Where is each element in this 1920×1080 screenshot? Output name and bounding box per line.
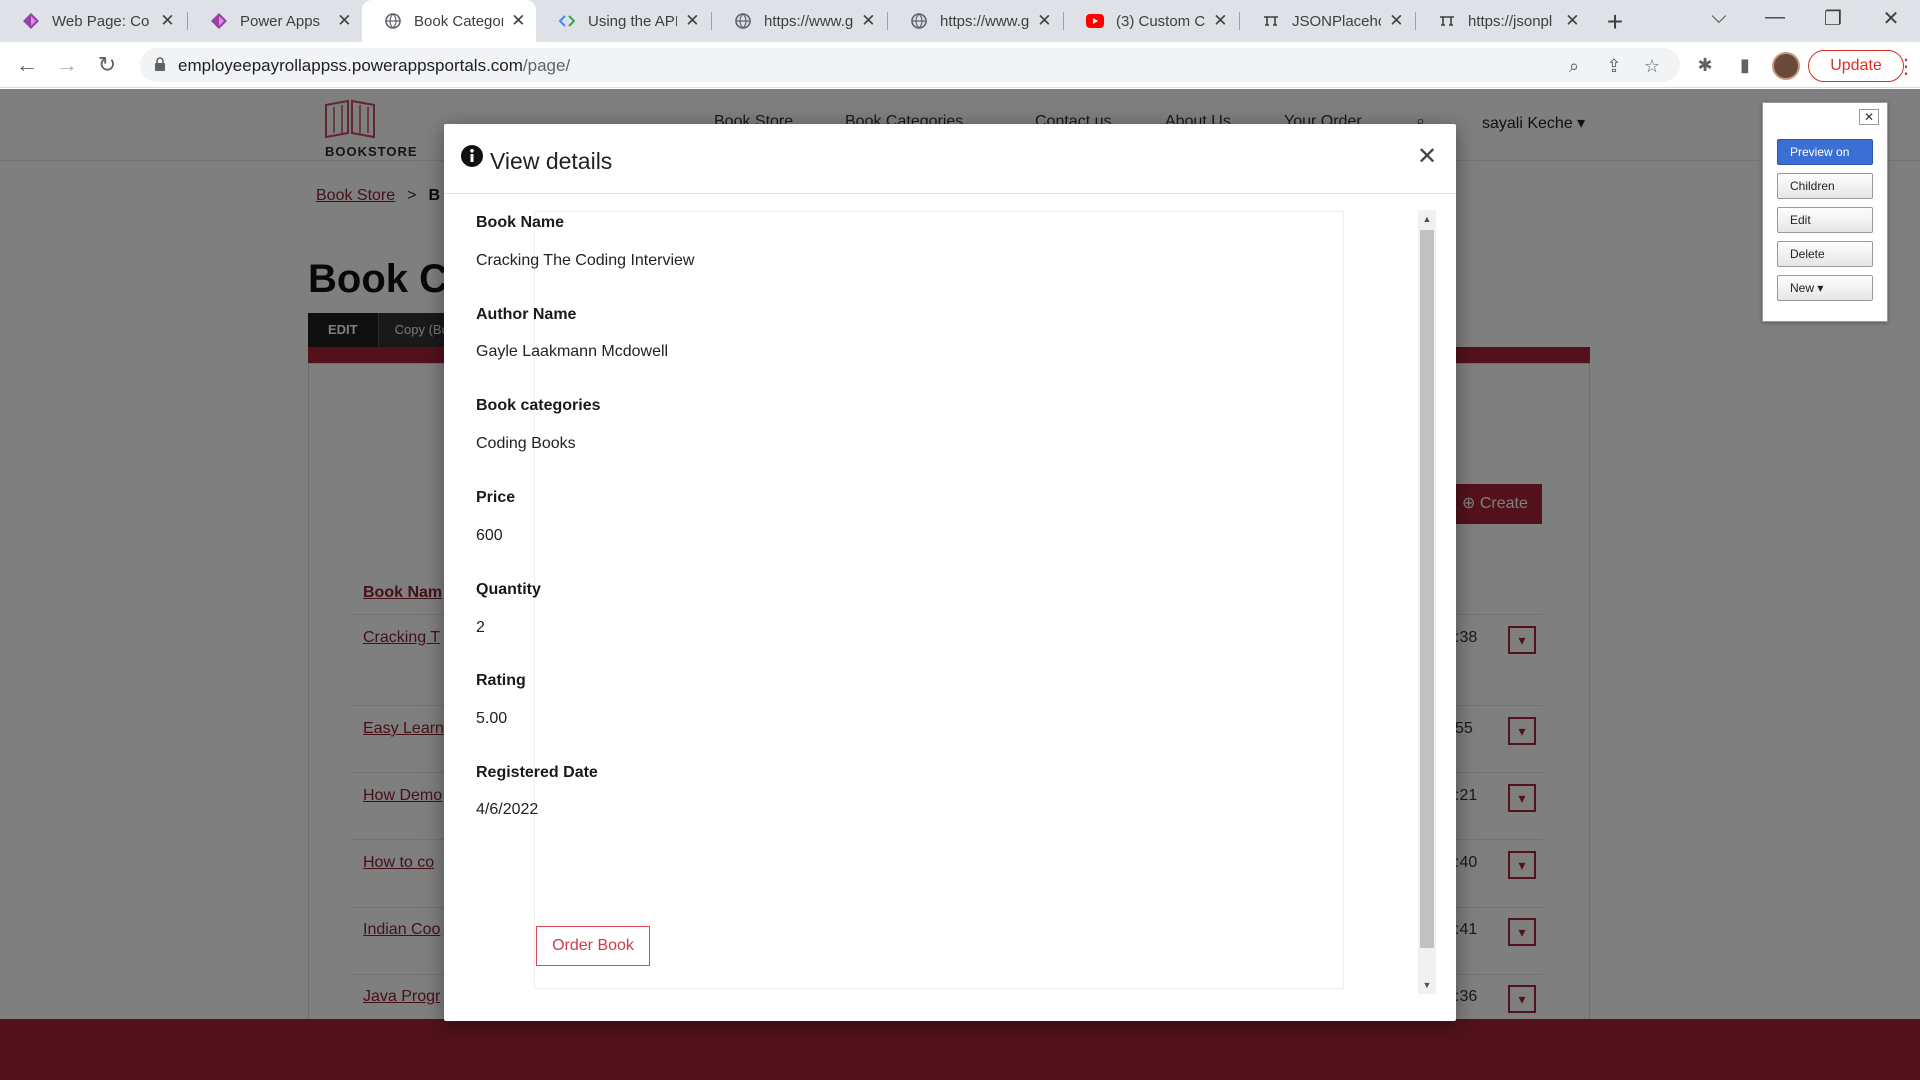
browser-tab[interactable]: Web Page: Co ✕: [0, 0, 186, 42]
field-value-book-categories: Coding Books: [476, 435, 576, 452]
field-value-registered-date: 4/6/2022: [476, 801, 539, 818]
scroll-down-arrow-icon[interactable]: ▼: [1418, 976, 1436, 994]
new-dropdown-button[interactable]: New ▾: [1777, 275, 1873, 301]
browser-menu-icon[interactable]: ⋮: [1896, 54, 1916, 79]
globe-icon: [384, 12, 402, 30]
update-button[interactable]: Update: [1808, 50, 1904, 82]
scrollbar-thumb[interactable]: [1420, 230, 1434, 948]
side-panel-icon[interactable]: ▮: [1734, 54, 1756, 76]
profile-avatar[interactable]: [1772, 52, 1800, 80]
close-tab-icon[interactable]: ✕: [861, 11, 876, 31]
json-placeholder-icon: [1262, 12, 1280, 30]
info-circle-icon: [461, 145, 483, 167]
address-url: employeepayrollappss.powerappsportals.co…: [178, 56, 571, 75]
field-value-quantity: 2: [476, 619, 485, 636]
minimize-window-icon[interactable]: —: [1760, 6, 1790, 29]
back-arrow-icon[interactable]: ←: [12, 50, 42, 80]
children-button[interactable]: Children: [1777, 173, 1873, 199]
forward-arrow-icon[interactable]: →: [52, 50, 82, 80]
browser-tab[interactable]: https://www.g ✕: [712, 0, 886, 42]
modal-header: View details ✕: [444, 124, 1456, 194]
close-modal-icon[interactable]: ✕: [1414, 142, 1440, 171]
field-label-book-name: Book Name: [476, 214, 565, 231]
new-tab-plus-icon[interactable]: +: [1600, 6, 1630, 38]
edit-page-button[interactable]: Edit: [1777, 207, 1873, 233]
order-book-button[interactable]: Order Book: [536, 926, 650, 966]
browser-tab[interactable]: (3) Custom Co ✕: [1064, 0, 1238, 42]
field-value-rating: 5.00: [476, 710, 508, 727]
modal-scrollbar[interactable]: ▲ ▼: [1418, 210, 1436, 994]
delete-page-button[interactable]: Delete: [1777, 241, 1873, 267]
browser-tab[interactable]: https://jsonpl ✕: [1416, 0, 1590, 42]
tab-search-chevron-icon[interactable]: ⌵: [1704, 6, 1734, 29]
field-label-price: Price: [476, 489, 516, 506]
lock-icon: [155, 57, 165, 71]
close-tab-icon[interactable]: ✕: [1213, 11, 1228, 31]
field-value-book-name: Cracking The Coding Interview: [476, 252, 695, 269]
share-icon[interactable]: ⇪: [1604, 56, 1624, 76]
portal-editor-panel: ✕ Preview on Children Edit Delete New ▾: [1762, 102, 1888, 322]
field-label-quantity: Quantity: [476, 581, 541, 598]
field-label-rating: Rating: [476, 672, 526, 689]
globe-icon: [910, 12, 928, 30]
field-value-author-name: Gayle Laakmann Mcdowell: [476, 343, 669, 360]
code-icon: [558, 12, 576, 30]
field-label-book-categories: Book categories: [476, 397, 601, 414]
bookmark-star-icon[interactable]: ☆: [1642, 56, 1662, 76]
close-tab-icon[interactable]: ✕: [159, 11, 176, 31]
browser-tab[interactable]: https://www.g ✕: [888, 0, 1062, 42]
browser-tab[interactable]: Power Apps ✕: [188, 0, 362, 42]
close-tab-icon[interactable]: ✕: [511, 11, 526, 31]
scroll-up-arrow-icon[interactable]: ▲: [1418, 210, 1436, 228]
power-apps-icon: [210, 12, 228, 30]
browser-tab[interactable]: Using the API ✕: [536, 0, 710, 42]
json-placeholder-icon: [1438, 12, 1456, 30]
preview-on-button[interactable]: Preview on: [1777, 139, 1873, 165]
close-window-icon[interactable]: ✕: [1876, 6, 1906, 31]
power-apps-icon: [22, 12, 40, 30]
address-bar[interactable]: employeepayrollappss.powerappsportals.co…: [140, 48, 1680, 82]
extensions-puzzle-icon[interactable]: ✱: [1694, 54, 1716, 76]
browser-toolbar: ← → ↻ employeepayrollappss.powerappsport…: [0, 42, 1920, 88]
close-tab-icon[interactable]: ✕: [1037, 11, 1052, 31]
restore-window-icon[interactable]: ❐: [1818, 6, 1848, 31]
modal-title: View details: [490, 148, 613, 174]
modal-body-frame: [534, 211, 1344, 989]
youtube-icon: [1086, 12, 1104, 30]
globe-icon: [734, 12, 752, 30]
close-tab-icon[interactable]: ✕: [337, 11, 352, 31]
zoom-icon[interactable]: ⌕: [1564, 56, 1584, 76]
field-label-author-name: Author Name: [476, 306, 577, 323]
close-tab-icon[interactable]: ✕: [1565, 11, 1580, 31]
browser-tab-strip: Web Page: Co ✕ Power Apps ✕ Book Categor…: [0, 0, 1920, 42]
close-tab-icon[interactable]: ✕: [685, 11, 700, 31]
browser-tab-active[interactable]: Book Categori ✕: [362, 0, 536, 42]
browser-tab[interactable]: JSONPlacehol ✕: [1240, 0, 1414, 42]
close-editor-panel-icon[interactable]: ✕: [1859, 109, 1879, 125]
close-tab-icon[interactable]: ✕: [1389, 11, 1404, 31]
field-label-registered-date: Registered Date: [476, 764, 598, 781]
reload-icon[interactable]: ↻: [92, 50, 122, 80]
field-value-price: 600: [476, 527, 503, 544]
